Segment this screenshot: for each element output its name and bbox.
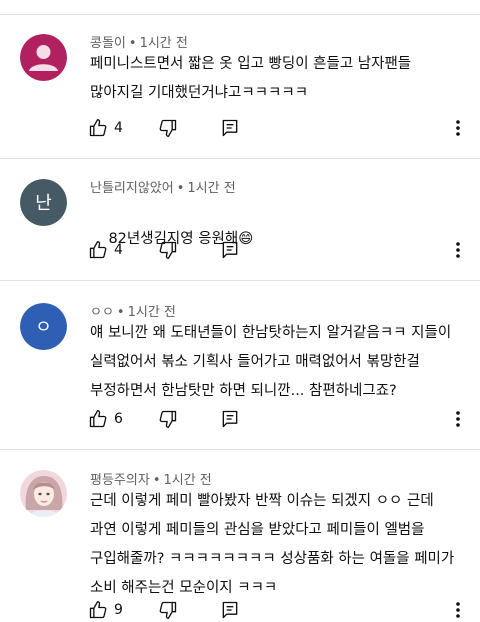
comment-actions: 9 [88,598,468,622]
comment-author[interactable]: 평등주의자 [90,473,150,488]
more-vert-icon [456,602,460,618]
comment-time[interactable]: 1시간 전 [163,473,211,488]
like-button[interactable]: 6 [88,407,123,431]
thumbs-down-icon [159,601,177,619]
reply-button[interactable] [220,238,240,262]
reply-button[interactable] [220,598,240,622]
reply-button[interactable] [220,116,240,140]
more-vert-icon [456,411,460,427]
comment-actions: 4 [88,116,468,140]
like-count: 4 [114,120,123,136]
separator-dot: • [116,305,125,320]
comment-author[interactable]: ㅇㅇ [90,305,114,320]
default-avatar-icon [20,34,67,81]
thumbs-down-icon [159,241,177,259]
avatar[interactable]: 난 [20,179,67,226]
comment-time[interactable]: 1시간 전 [140,36,188,51]
thumbs-down-icon [159,410,177,428]
like-count: 9 [114,602,123,618]
reply-icon [222,119,238,137]
reply-icon [222,410,238,428]
thumbs-up-icon [89,410,107,428]
separator-dot: • [152,473,161,488]
thumbs-down-icon [159,119,177,137]
comment-actions: 6 [88,407,468,431]
comment-text: 얘 보니깐 왜 도태년들이 한남탓하는지 알거같음ㅋㅋ 지들이 실력없어서 볶소… [90,325,456,399]
comment-actions: 4 [88,238,468,262]
comment-divider [0,449,480,450]
letter-avatar: ㅇ [20,303,67,350]
comment-divider [0,280,480,281]
comment-author-line: 난틀리지않았어 • 1시간 전 [90,177,236,196]
dislike-button[interactable] [158,238,178,262]
letter-avatar: 난 [20,179,67,226]
comment-text: 근데 이렇게 페미 빨아봤자 반짝 이슈는 되겠지 ㅇㅇ 근데 과연 이렇게 페… [90,493,459,596]
thumbs-up-icon [89,119,107,137]
comment-author[interactable]: 콩돌이 [90,36,126,51]
reply-icon [222,601,238,619]
avatar[interactable]: ㅇ [20,303,67,350]
profile-photo-avatar [20,470,67,517]
avatar-letter: 난 [35,193,52,214]
dislike-button[interactable] [158,598,178,622]
thumbs-up-icon [89,241,107,259]
comment-time[interactable]: 1시간 전 [128,305,176,320]
more-options-button[interactable] [448,238,468,262]
comment-time[interactable]: 1시간 전 [187,181,235,196]
like-button[interactable]: 4 [88,116,123,140]
dislike-button[interactable] [158,407,178,431]
comment-divider [0,158,480,159]
comment-author-line: 콩돌이 • 1시간 전 [90,32,188,51]
more-options-button[interactable] [448,116,468,140]
like-button[interactable]: 4 [88,238,123,262]
more-vert-icon [456,242,460,258]
like-button[interactable]: 9 [88,598,123,622]
reply-icon [222,241,238,259]
comment-author-line: ㅇㅇ • 1시간 전 [90,301,176,320]
reply-button[interactable] [220,407,240,431]
separator-dot: • [176,181,185,196]
top-divider [0,14,480,15]
thumbs-up-icon [89,601,107,619]
comment-author-line: 평등주의자 • 1시간 전 [90,469,212,488]
like-count: 6 [114,411,123,427]
comment-text: 페미니스트면서 짧은 옷 입고 빵딩이 흔들고 남자팬들 많아지길 기대했던거냐… [90,56,416,101]
avatar-letter: ㅇ [35,317,52,338]
like-count: 4 [114,242,123,258]
more-options-button[interactable] [448,598,468,622]
more-options-button[interactable] [448,407,468,431]
separator-dot: • [128,36,137,51]
more-vert-icon [456,120,460,136]
comment-author[interactable]: 난틀리지않았어 [90,181,174,196]
dislike-button[interactable] [158,116,178,140]
avatar[interactable] [20,470,67,517]
avatar[interactable] [20,34,67,81]
